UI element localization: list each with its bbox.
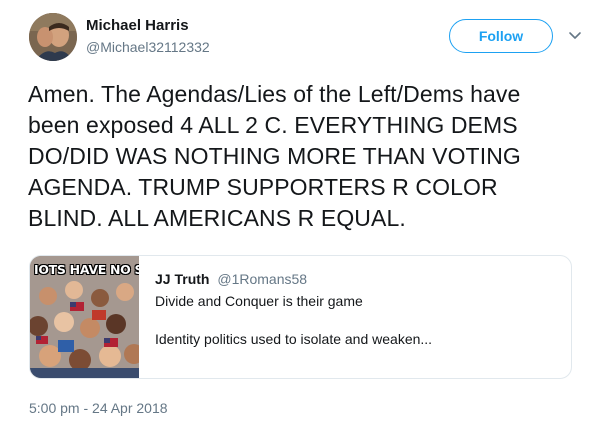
quoted-author[interactable]: JJ Truth @1Romans58 <box>155 271 307 287</box>
avatar-photo <box>29 13 77 61</box>
quoted-author-name: JJ Truth <box>155 271 210 287</box>
chevron-down-icon[interactable] <box>566 26 584 44</box>
quoted-tweet-image[interactable]: IOTS HAVE NO SKIN <box>30 256 139 378</box>
quoted-tweet[interactable]: IOTS HAVE NO SKIN JJ Truth @1Romans58 Di… <box>29 255 572 379</box>
quoted-author-handle: @1Romans58 <box>217 271 308 287</box>
image-caption: IOTS HAVE NO SKIN <box>34 262 139 277</box>
tweet-text: Amen. The Agendas/Lies of the Left/Dems … <box>28 81 521 231</box>
quoted-text-line1: Divide and Conquer is their game <box>155 293 363 309</box>
tweet-timestamp[interactable]: 5:00 pm - 24 Apr 2018 <box>29 400 168 416</box>
avatar[interactable] <box>29 13 77 61</box>
author-name[interactable]: Michael Harris <box>86 17 189 34</box>
quoted-text-line2: Identity politics used to isolate and we… <box>155 331 433 347</box>
author-handle[interactable]: @Michael32112332 <box>86 39 210 55</box>
follow-button[interactable]: Follow <box>449 19 553 53</box>
